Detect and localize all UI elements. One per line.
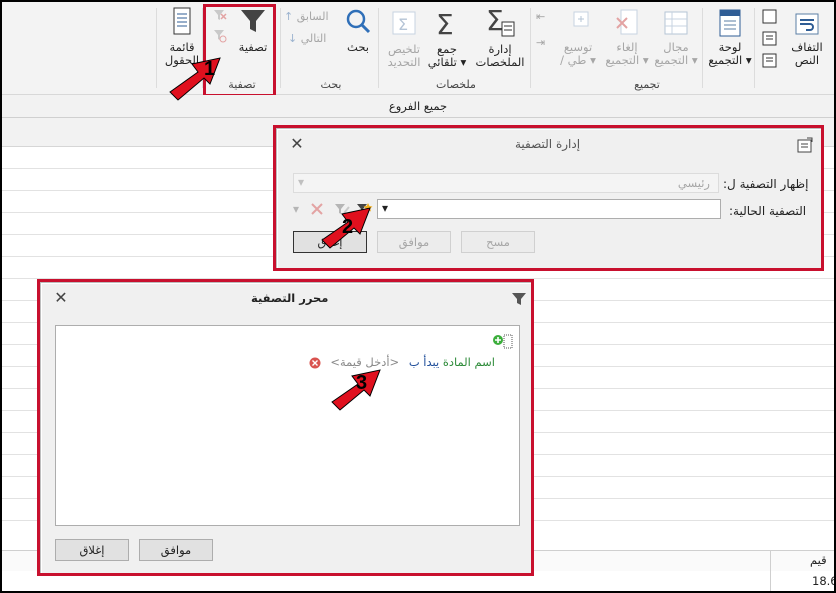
group-panel-button[interactable]: لوحة التجميع ▾ <box>706 8 754 67</box>
chevron-down-icon: ▾ <box>590 53 596 67</box>
svg-text:Σ: Σ <box>398 15 408 34</box>
current-filter-select[interactable]: ▾ <box>377 199 721 219</box>
expand-collapse-button[interactable]: توسيع / طي ▾ <box>554 8 602 67</box>
clear-filter-icons <box>212 8 228 51</box>
filter-button[interactable]: تصفية <box>230 6 276 54</box>
group-label-search: بحث <box>320 78 342 91</box>
summarize-selection-icon: Σ <box>392 11 416 35</box>
filter-editor-dialog: محرر التصفية ✕ اسم المادة يبدأ ب <أدخل ق… <box>40 282 533 575</box>
remove-condition-icon[interactable] <box>309 357 321 369</box>
filter-funnel-icon <box>512 293 526 305</box>
filter-expression-area[interactable]: اسم المادة يبدأ ب <أدخل قيمة> <box>55 325 520 526</box>
group-label-summaries: ملخصات <box>436 78 476 91</box>
close-icon[interactable]: ✕ <box>53 290 69 306</box>
footer-value: 18.6 <box>812 574 836 588</box>
manage-summaries-label-2: الملخصات <box>475 55 525 69</box>
filter-editor-title: محرر التصفية <box>251 291 329 305</box>
svg-text:Σ: Σ <box>436 8 454 40</box>
close-button[interactable]: إغلاق <box>55 539 129 561</box>
search-icon <box>346 9 371 34</box>
filter-manager-window-icon <box>797 137 813 153</box>
filter-funnel-icon <box>241 10 265 32</box>
current-filter-label: التصفية الحالية: <box>729 204 807 218</box>
add-condition-icon[interactable] <box>492 332 514 350</box>
field-list-icon <box>173 7 191 35</box>
summaries-sigma-icon: Σ <box>486 4 515 37</box>
ungroup-button[interactable]: إلغاء التجميع ▾ <box>602 8 652 67</box>
grid-header-title: جميع الفروع <box>388 99 448 113</box>
wrap-text-button[interactable]: التفاف النص <box>782 10 832 67</box>
expand-collapse-icon <box>573 11 589 27</box>
small-view-buttons <box>760 8 780 71</box>
range-grouping-icon <box>664 11 688 35</box>
footer-column-label: قيم <box>810 553 827 567</box>
autosum-button[interactable]: Σ جمع تلقائي ▾ <box>424 6 470 69</box>
clear-button[interactable]: مسح <box>461 231 535 253</box>
group-label-grouping: تجميع <box>634 78 660 91</box>
svg-text:Σ: Σ <box>486 6 504 37</box>
condition-operator[interactable]: يبدأ ب <box>409 355 439 369</box>
chevron-down-icon: ▾ <box>460 55 467 69</box>
chevron-down-icon: ▾ <box>298 175 305 189</box>
next-label: التالي <box>300 32 327 45</box>
grid-row-line <box>2 278 834 279</box>
separator <box>156 8 157 88</box>
ribbon: التفاف النص لوحة التجميع ▾ مجال التجميع … <box>2 2 834 95</box>
ungroup-icon <box>616 9 638 35</box>
small-grouping-icons: ⇤ ⇥ <box>536 10 546 49</box>
range-grouping-button[interactable]: مجال التجميع ▾ <box>652 8 700 67</box>
search-label: بحث <box>347 40 369 54</box>
annotation-number-1: 1 <box>204 58 216 80</box>
chevron-down-icon: ▾ <box>745 53 752 67</box>
ungroup-label-2: التجميع <box>605 53 640 67</box>
summarize-selection-label-2: التحديد <box>387 55 421 69</box>
summarize-selection-button[interactable]: Σ تلخيص التحديد <box>382 6 426 69</box>
manage-summaries-button[interactable]: Σ إدارة الملخصات <box>472 4 528 69</box>
group-panel-icon <box>719 9 741 37</box>
filter-manager-title: إدارة التصفية <box>515 137 581 151</box>
arrow-down-icon: ↓ <box>288 32 298 45</box>
close-icon[interactable]: ✕ <box>289 136 305 152</box>
chevron-down-icon: ▾ <box>642 53 649 67</box>
wrap-text-icon <box>795 13 819 35</box>
annotation-arrow-1 <box>169 57 221 101</box>
annotation-number-3: 3 <box>356 372 368 394</box>
clear-filter-icon <box>214 10 227 43</box>
expand-collapse-label-2: / طي <box>560 53 587 67</box>
grid-footer-divider <box>770 550 771 591</box>
range-grouping-label-2: التجميع <box>654 53 689 67</box>
annotation-number-2: 2 <box>342 216 354 238</box>
ok-button[interactable]: موافق <box>377 231 451 253</box>
ok-button[interactable]: موافق <box>139 539 213 561</box>
chevron-down-icon: ▾ <box>293 202 300 216</box>
arrow-up-icon: ↑ <box>284 10 294 23</box>
next-button[interactable]: التالي ↓ <box>288 32 326 45</box>
group-panel-label-2: التجميع <box>708 53 743 67</box>
chevron-down-icon: ▾ <box>382 201 389 215</box>
separator <box>754 8 755 88</box>
condition-field[interactable]: اسم المادة <box>443 355 495 369</box>
show-filter-for-label: إظهار التصفية ل: <box>723 177 809 191</box>
view-icons <box>762 9 777 68</box>
grid-header: جميع الفروع <box>2 95 834 118</box>
chevron-down-icon: ▾ <box>691 53 698 67</box>
autosum-label-2: تلقائي <box>427 55 457 69</box>
separator <box>280 8 281 88</box>
previous-label: السابق <box>296 10 329 23</box>
separator <box>702 8 703 88</box>
separator <box>378 8 379 88</box>
previous-button[interactable]: السابق ↑ <box>284 10 329 23</box>
autosum-sigma-icon: Σ <box>436 8 454 41</box>
show-filter-for-select[interactable]: رئيسي ▾ <box>293 173 719 193</box>
separator <box>530 8 531 88</box>
show-filter-for-value: رئيسي <box>677 176 710 190</box>
filter-label: تصفية <box>238 40 268 54</box>
wrap-text-label-2: النص <box>794 53 820 67</box>
search-button[interactable]: بحث <box>338 6 378 54</box>
